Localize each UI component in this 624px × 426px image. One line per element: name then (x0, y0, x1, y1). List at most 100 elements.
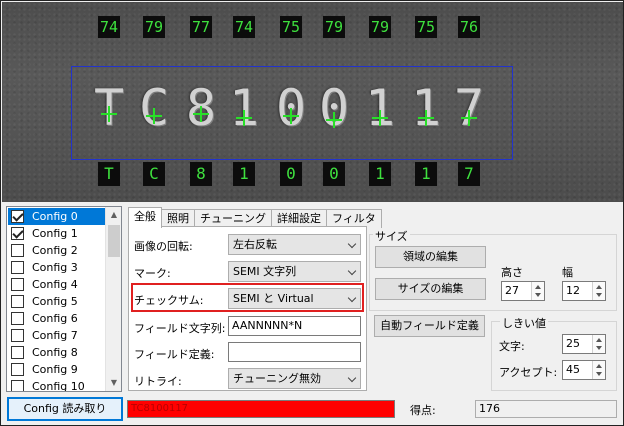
config-list-item[interactable]: Config 0 (8, 208, 106, 225)
spinner-arrows-icon[interactable] (592, 335, 605, 353)
char-threshold-label: 文字: (499, 340, 525, 353)
checkbox-icon[interactable] (11, 346, 24, 359)
checkbox-icon[interactable] (11, 363, 24, 376)
width-label: 幅 (562, 266, 573, 279)
chevron-down-icon (347, 266, 357, 276)
read-char: 7 (458, 162, 480, 186)
crosshair-icon (193, 106, 209, 122)
config-list[interactable]: Config 0 Config 1 Config 2 Config 3 Config 4… (6, 206, 122, 392)
auto-field-definition-button[interactable]: 自動フィールド定義 (374, 315, 485, 337)
rotation-select[interactable]: 左右反転 (228, 234, 361, 255)
retry-label: リトライ: (134, 375, 182, 388)
char-threshold-spinner[interactable]: 25 (562, 334, 606, 354)
crosshair-icon (461, 110, 477, 126)
checkbox-icon[interactable] (11, 380, 24, 391)
checkbox-checked-icon[interactable] (11, 210, 24, 223)
char-score: 79 (323, 16, 345, 38)
config-item-label: Config 0 (32, 210, 78, 223)
char-score: 74 (98, 16, 120, 38)
height-value: 27 (505, 284, 519, 297)
printed-char: 1 (364, 79, 396, 137)
height-spinner[interactable]: 27 (501, 281, 545, 301)
char-score: 76 (458, 16, 480, 38)
score-label: 得点: (410, 404, 436, 417)
config-list-item[interactable]: Config 5 (8, 293, 106, 310)
size-group-title: サイズ (373, 228, 410, 244)
spinner-arrows-icon[interactable] (592, 361, 605, 379)
char-score: 77 (190, 16, 212, 38)
printed-char: 1 (410, 79, 442, 137)
retry-select[interactable]: チューニング無効 (228, 368, 361, 389)
crosshair-icon (146, 108, 162, 124)
printed-char: 1 (228, 79, 260, 137)
config-list-item[interactable]: Config 3 (8, 259, 106, 276)
config-list-item[interactable]: Config 1 (8, 225, 106, 242)
config-item-label: Config 9 (32, 363, 78, 376)
spinner-arrows-icon[interactable] (592, 282, 605, 300)
chevron-down-icon (347, 293, 357, 303)
read-char: 1 (415, 162, 437, 186)
config-list-item[interactable]: Config 7 (8, 327, 106, 344)
threshold-group: しきい値 文字: 25 アクセプト: 45 (491, 315, 617, 391)
checkbox-checked-icon[interactable] (11, 227, 24, 240)
config-item-label: Config 5 (32, 295, 78, 308)
checkbox-icon[interactable] (11, 278, 24, 291)
printed-char: 7 (453, 79, 485, 137)
char-threshold-value: 25 (566, 337, 580, 350)
checkbox-icon[interactable] (11, 261, 24, 274)
accept-threshold-spinner[interactable]: 45 (562, 360, 606, 380)
general-tab-panel: 画像の回転: 左右反転 マーク: SEMI 文字列 チェックサム: SEMI と… (128, 226, 367, 391)
crosshair-icon (418, 110, 434, 126)
crosshair-icon (236, 110, 252, 126)
config-item-label: Config 3 (32, 261, 78, 274)
field-definition-input[interactable] (228, 342, 361, 362)
config-list-item[interactable]: Config 9 (8, 361, 106, 378)
scroll-thumb[interactable] (108, 225, 120, 257)
char-score: 74 (233, 16, 255, 38)
edit-region-button[interactable]: 領域の編集 (375, 246, 486, 268)
checkbox-icon[interactable] (11, 244, 24, 257)
scroll-down-icon[interactable]: ▼ (106, 375, 121, 391)
crosshair-icon (372, 110, 388, 126)
spinner-arrows-icon[interactable] (531, 282, 544, 300)
mark-value: SEMI 文字列 (233, 265, 297, 278)
read-char: 8 (190, 162, 212, 186)
char-score: 75 (280, 16, 302, 38)
size-group: サイズ 領域の編集 サイズの編集 高さ 27 幅 12 (369, 228, 617, 311)
mark-select[interactable]: SEMI 文字列 (228, 261, 361, 282)
config-list-item[interactable]: Config 6 (8, 310, 106, 327)
config-list-item[interactable]: Config 8 (8, 344, 106, 361)
edit-size-button[interactable]: サイズの編集 (375, 278, 486, 300)
camera-view: 74 79 77 74 75 79 79 75 76 TC8100117 TC8100117 (2, 2, 623, 202)
scroll-up-icon[interactable]: ▲ (106, 207, 121, 223)
accept-threshold-label: アクセプト: (499, 366, 558, 379)
width-spinner[interactable]: 12 (562, 281, 606, 301)
rotation-value: 左右反転 (233, 238, 277, 251)
width-value: 12 (566, 284, 580, 297)
checksum-select[interactable]: SEMI と Virtual (228, 288, 361, 309)
config-list-scrollbar[interactable]: ▲ ▼ (105, 207, 121, 391)
checkbox-icon[interactable] (11, 329, 24, 342)
config-item-label: Config 4 (32, 278, 78, 291)
threshold-group-title: しきい値 (500, 315, 548, 331)
config-read-button[interactable]: Config 読み取り (7, 397, 123, 421)
field-string-label: フィールド文字列: (134, 322, 226, 335)
char-score: 75 (415, 16, 437, 38)
chevron-down-icon (347, 239, 357, 249)
checkbox-icon[interactable] (11, 312, 24, 325)
checksum-value: SEMI と Virtual (233, 292, 314, 305)
config-item-label: Config 1 (32, 227, 78, 240)
read-char: 0 (280, 162, 302, 186)
config-list-item[interactable]: Config 4 (8, 276, 106, 293)
config-item-label: Config 6 (32, 312, 78, 325)
config-item-label: Config 8 (32, 346, 78, 359)
field-string-input[interactable]: AANNNNN*N (228, 316, 361, 336)
tab-general[interactable]: 全般 (128, 207, 162, 228)
config-list-item[interactable]: Config 2 (8, 242, 106, 259)
checkbox-icon[interactable] (11, 295, 24, 308)
config-list-item[interactable]: Config 10 (8, 378, 106, 391)
read-char: C (143, 162, 165, 186)
height-label: 高さ (501, 266, 523, 279)
char-score: 79 (143, 16, 165, 38)
accept-threshold-value: 45 (566, 363, 580, 376)
